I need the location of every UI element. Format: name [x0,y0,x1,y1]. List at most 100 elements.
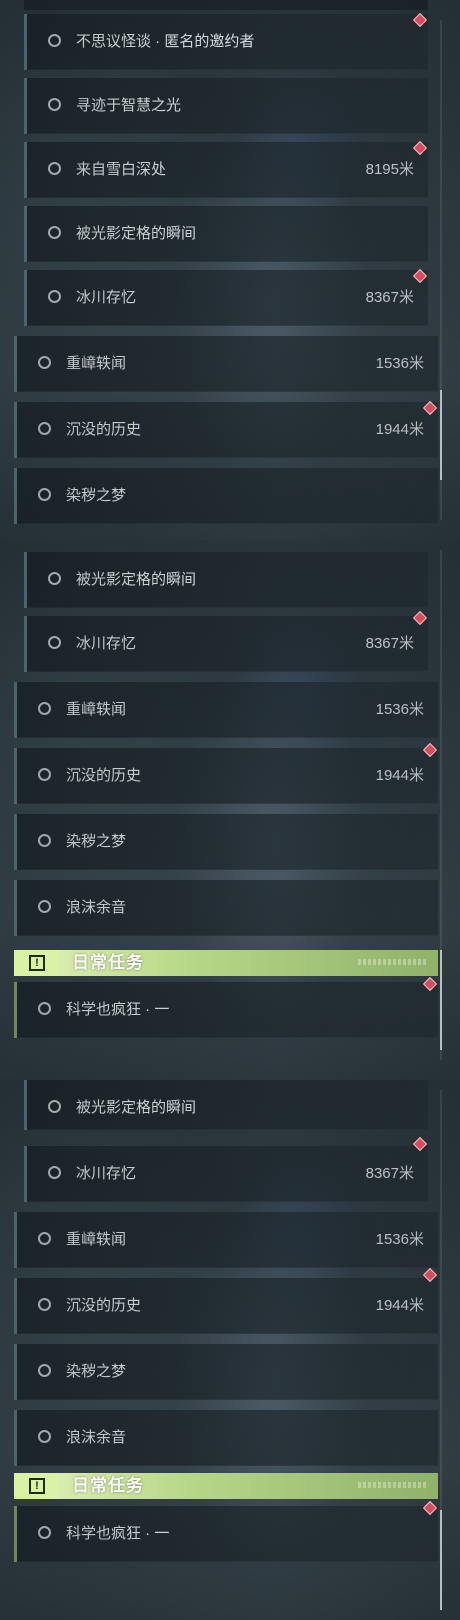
row-accent-bar [24,616,27,672]
row-accent-bar [14,1344,17,1400]
quest-row[interactable]: 来自雪白深处 8195米 [24,142,428,198]
quest-status-circle-icon [38,900,51,913]
quest-row[interactable]: 冰川存忆 8367米 [24,1146,428,1202]
quest-status-circle-icon [38,356,51,369]
quest-name: 冰川存忆 [76,635,137,652]
quest-row[interactable]: 被光影定格的瞬间 [24,206,428,262]
quest-distance: 8367米 [365,289,414,306]
row-accent-bar [14,1410,17,1466]
row-accent-bar [14,880,17,936]
quest-name: 被光影定格的瞬间 [76,225,197,242]
row-accent-bar [14,468,17,524]
row-accent-bar [14,982,17,1038]
quest-name: 沉没的历史 [66,1297,142,1314]
scrollbar[interactable] [440,1090,442,1610]
daily-quest-section-header[interactable]: ! 日常任务 [14,1473,438,1499]
row-accent-bar [24,78,27,134]
scrollbar[interactable] [440,550,442,1060]
quest-name: 被光影定格的瞬间 [76,571,197,588]
quest-row[interactable]: 不思议怪谈 · 匿名的邀约者 [24,14,428,70]
quest-distance: 1944米 [375,767,424,784]
quest-name: 来自雪白深处 [76,161,167,178]
quest-row[interactable]: 染秽之梦 [14,814,438,870]
quest-status-circle-icon [38,1430,51,1443]
row-accent-bar [14,1212,17,1268]
quest-list-panel-2: 被光影定格的瞬间 冰川存忆 8367米 重嶂轶闻 1536米 沉没的历史 194… [0,540,460,1080]
quest-name: 染秽之梦 [66,833,127,850]
quest-name: 重嶂轶闻 [66,701,127,718]
quest-name: 沉没的历史 [66,767,142,784]
scrollbar-thumb[interactable] [440,1510,442,1610]
quest-row[interactable]: 冰川存忆 8367米 [24,270,428,326]
quest-status-circle-icon [48,290,61,303]
scrollbar[interactable] [440,20,442,520]
quest-status-circle-icon [48,636,61,649]
header-decoration [358,1482,428,1488]
quest-row[interactable]: 沉没的历史 1944米 [14,748,438,804]
quest-row[interactable]: 重嶂轶闻 1536米 [14,1212,438,1268]
quest-status-circle-icon [38,1232,51,1245]
row-accent-bar [24,1080,27,1130]
quest-status-circle-icon [38,1298,51,1311]
quest-row[interactable]: 沉没的历史 1944米 [14,402,438,458]
quest-distance: 1536米 [375,701,424,718]
quest-distance: 8367米 [365,1165,414,1182]
exclamation-icon: ! [29,1478,45,1494]
daily-quest-row[interactable]: 科学也疯狂 · 一 [14,1506,438,1562]
quest-name: 重嶂轶闻 [66,355,127,372]
quest-distance: 1944米 [375,1297,424,1314]
quest-row[interactable]: 重嶂轶闻 1536米 [14,682,438,738]
quest-status-circle-icon [38,1364,51,1377]
quest-status-circle-icon [48,572,61,585]
quest-status-circle-icon [38,1526,51,1539]
quest-row[interactable]: 被光影定格的瞬间 [24,1080,428,1130]
quest-status-circle-icon [38,834,51,847]
quest-status-circle-icon [48,1100,61,1113]
quest-status-circle-icon [38,422,51,435]
quest-row[interactable]: 重嶂轶闻 1536米 [14,336,438,392]
row-accent-bar [24,270,27,326]
header-decoration [358,959,428,965]
quest-status-circle-icon [48,226,61,239]
row-accent-bar [14,336,17,392]
quest-status-circle-icon [48,1166,61,1179]
quest-row[interactable]: 沉没的历史 1944米 [14,1278,438,1334]
quest-row[interactable]: 染秽之梦 [14,1344,438,1400]
row-accent-bar [14,682,17,738]
quest-status-circle-icon [38,702,51,715]
row-accent-bar [14,1506,17,1562]
row-accent-bar [24,552,27,608]
section-title: 日常任务 [72,953,144,972]
quest-name: 浪沫余音 [66,1429,127,1446]
quest-name: 冰川存忆 [76,1165,137,1182]
quest-distance: 8195米 [365,161,414,178]
quest-name: 不思议怪谈 · 匿名的邀约者 [76,33,255,50]
quest-row[interactable]: 寻迹于智慧之光 [24,78,428,134]
quest-status-circle-icon [38,1002,51,1015]
quest-row[interactable]: 冰川存忆 8367米 [24,616,428,672]
daily-quest-row[interactable]: 科学也疯狂 · 一 [14,982,438,1038]
quest-status-circle-icon [38,488,51,501]
quest-name: 寻迹于智慧之光 [76,97,182,114]
scrollbar-thumb[interactable] [440,390,442,480]
quest-row[interactable]: 浪沫余音 [14,880,438,936]
row-accent-bar [24,206,27,262]
quest-row[interactable]: 染秽之梦 [14,468,438,524]
quest-name: 染秽之梦 [66,1363,127,1380]
scrollbar-thumb[interactable] [440,950,442,1050]
daily-quest-section-header[interactable]: ! 日常任务 [14,950,438,976]
quest-list-panel-1: 不思议怪谈 · 匿名的邀约者 寻迹于智慧之光 来自雪白深处 8195米 被光影定… [0,0,460,540]
quest-row[interactable]: 被光影定格的瞬间 [24,552,428,608]
quest-name: 重嶂轶闻 [66,1231,127,1248]
quest-name: 冰川存忆 [76,289,137,306]
quest-name: 浪沫余音 [66,899,127,916]
row-accent-bar [14,1278,17,1334]
row-accent-bar [14,748,17,804]
row-accent-bar [24,1146,27,1202]
section-icon-container: ! [14,950,58,976]
row-edge [24,0,428,10]
quest-name: 科学也疯狂 · 一 [66,1525,170,1542]
quest-distance: 1536米 [375,1231,424,1248]
quest-row[interactable]: 浪沫余音 [14,1410,438,1466]
quest-name: 科学也疯狂 · 一 [66,1001,170,1018]
